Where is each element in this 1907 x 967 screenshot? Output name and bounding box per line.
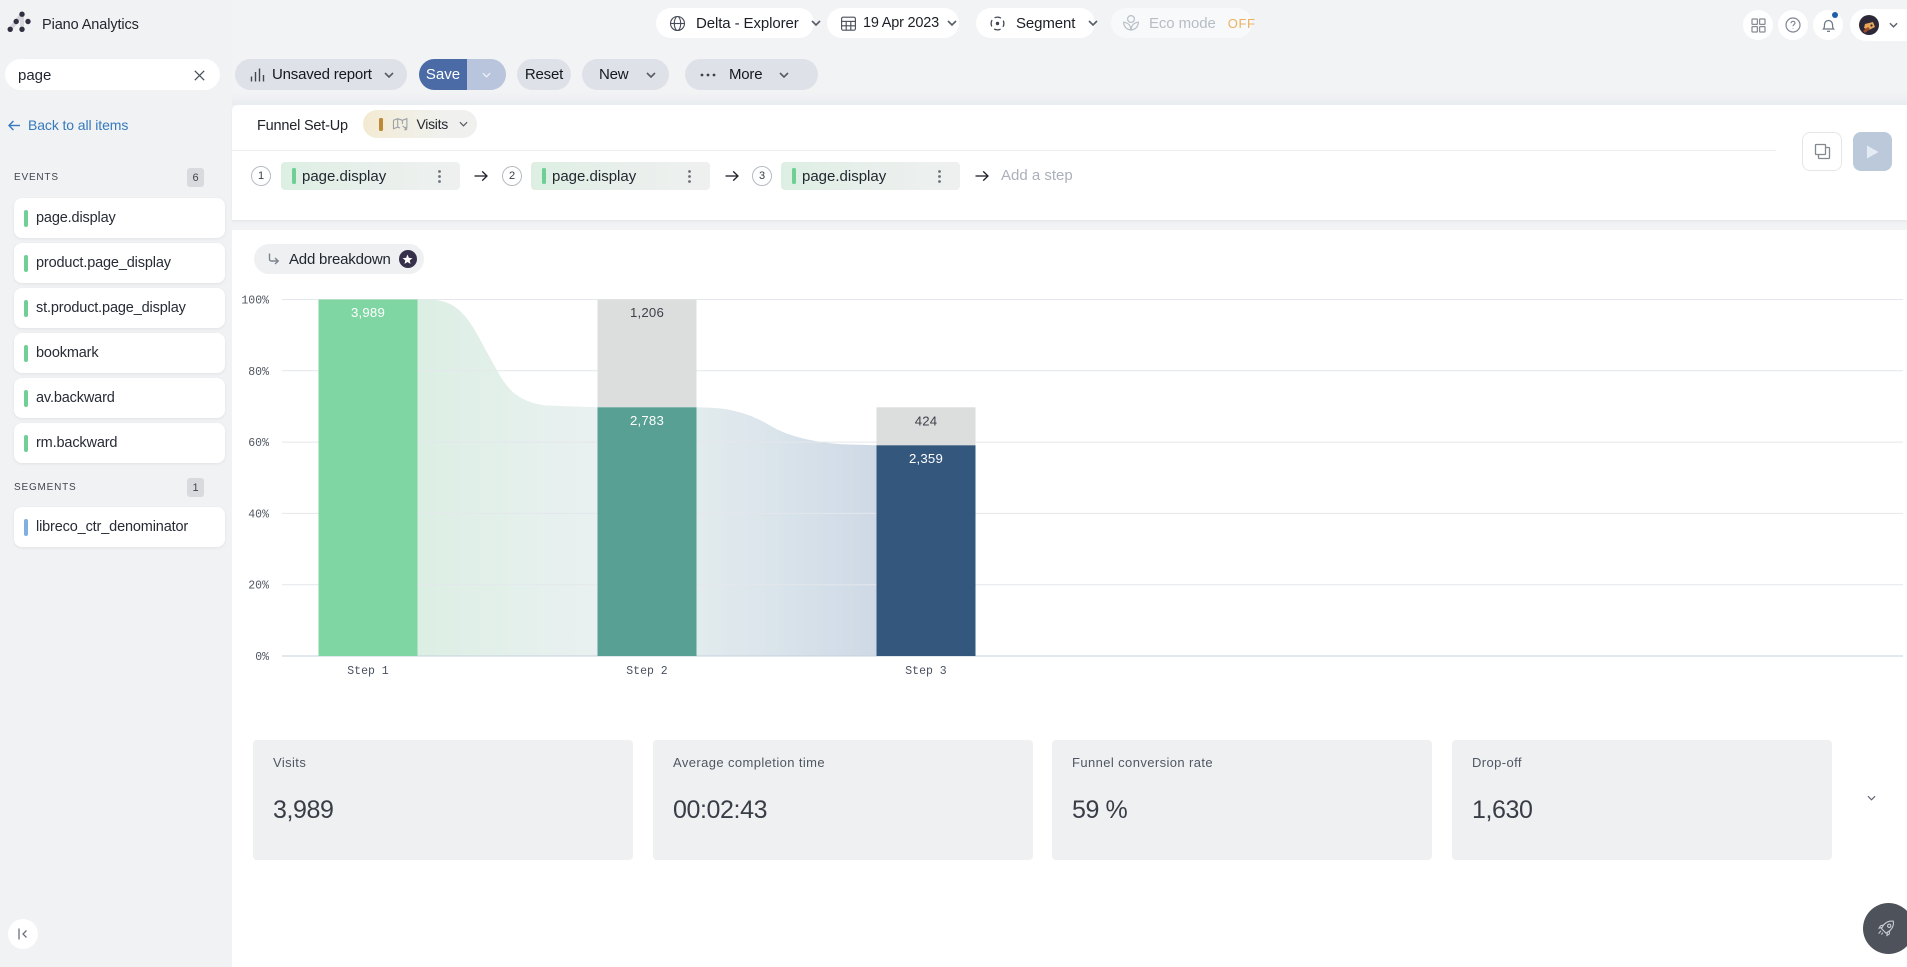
svg-text:2,359: 2,359 [909,451,943,466]
svg-text:1,206: 1,206 [630,305,664,320]
svg-text:80%: 80% [248,366,269,379]
svg-text:Step 2: Step 2 [626,665,668,678]
svg-text:424: 424 [915,414,938,429]
svg-text:Step 3: Step 3 [905,665,947,678]
svg-text:0%: 0% [255,651,269,664]
svg-text:100%: 100% [241,295,269,308]
svg-text:2,783: 2,783 [630,413,664,428]
svg-text:3,989: 3,989 [351,305,385,320]
svg-text:60%: 60% [248,437,269,450]
svg-text:20%: 20% [248,580,269,593]
svg-text:Step 1: Step 1 [347,665,389,678]
svg-text:40%: 40% [248,508,269,521]
